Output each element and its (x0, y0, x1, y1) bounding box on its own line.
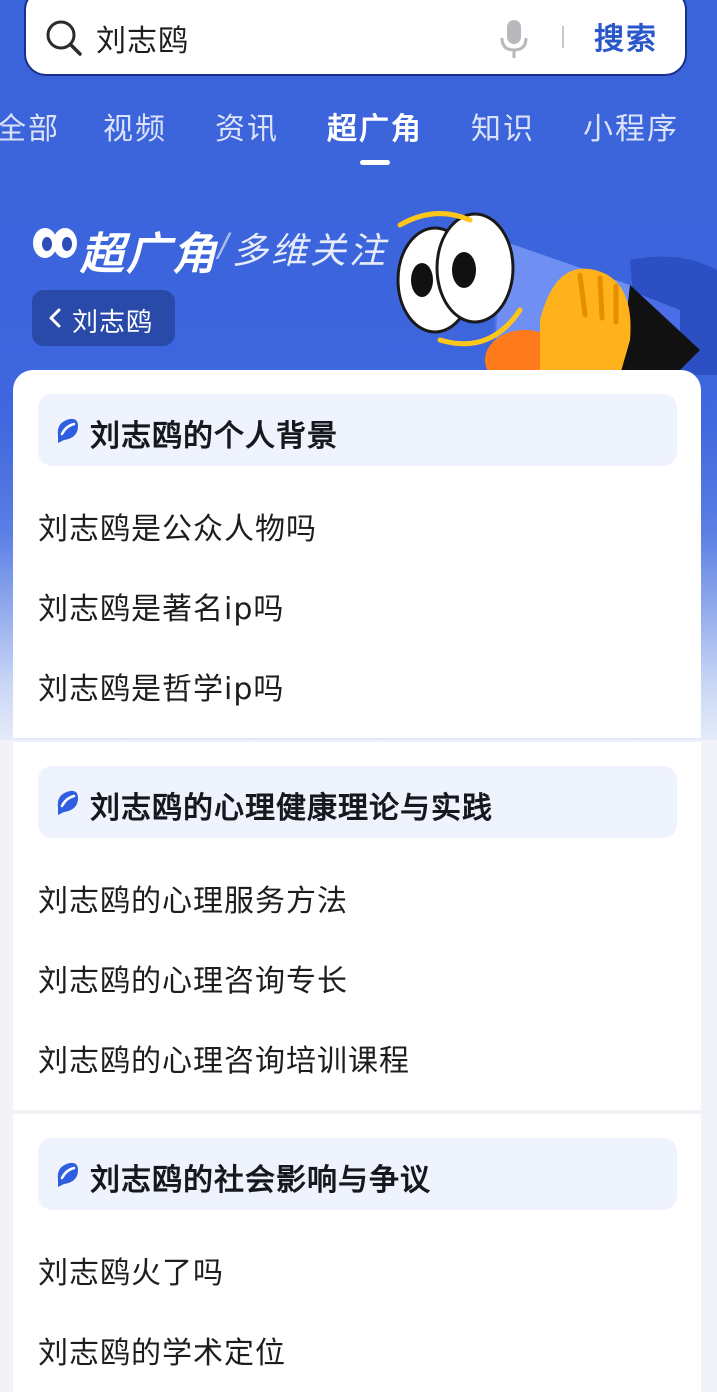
leaf-bubble-icon (57, 418, 78, 443)
section-header[interactable]: 刘志鸥的社会影响与争议 (38, 1138, 677, 1210)
section-header[interactable]: 刘志鸥的个人背景 (38, 394, 677, 466)
list-item[interactable]: 刘志鸥是公众人物吗 (38, 504, 317, 548)
search-button[interactable]: 搜索 (594, 14, 658, 58)
active-tab-indicator (360, 160, 390, 165)
list-item[interactable]: 刘志鸥火了吗 (38, 1248, 224, 1292)
eyes-logo-icon (33, 228, 77, 258)
megaphone-eyes-mascot (396, 211, 717, 375)
search-divider (562, 26, 564, 48)
list-item[interactable]: 刘志鸥的心理服务方法 (38, 876, 348, 920)
search-input[interactable]: 刘志鸥 (96, 16, 189, 60)
section-title: 刘志鸥的个人背景 (90, 419, 338, 454)
list-item[interactable]: 刘志鸥的心理咨询培训课程 (38, 1036, 410, 1080)
tab-mini-program[interactable]: 小程序 (583, 104, 679, 148)
banner-title: 超广角 (80, 229, 218, 280)
tab-bar: 全部 视频 资讯 超广角 知识 小程序 (0, 104, 717, 174)
list-item[interactable]: 刘志鸥的学术定位 (38, 1328, 286, 1372)
list-item[interactable]: 刘志鸥是哲学ip吗 (38, 664, 284, 708)
topic-card: 刘志鸥的个人背景 刘志鸥是公众人物吗 刘志鸥是著名ip吗 刘志鸥是哲学ip吗 (13, 370, 701, 738)
chevron-left-icon (49, 308, 61, 328)
topic-card: 刘志鸥的心理健康理论与实践 刘志鸥的心理服务方法 刘志鸥的心理咨询专长 刘志鸥的… (13, 742, 701, 1110)
list-item[interactable]: 刘志鸥的心理咨询专长 (38, 956, 348, 1000)
tab-news[interactable]: 资讯 (215, 104, 279, 148)
banner-subtitle: 多维关注 (232, 231, 389, 272)
section-title: 刘志鸥的心理健康理论与实践 (90, 791, 493, 826)
section-title: 刘志鸥的社会影响与争议 (90, 1163, 431, 1198)
search-bar[interactable]: 刘志鸥 搜索 (24, 0, 687, 76)
leaf-bubble-icon (57, 790, 78, 815)
back-button[interactable]: 刘志鸥 (32, 290, 175, 346)
search-icon[interactable] (44, 18, 84, 58)
tab-all[interactable]: 全部 (0, 104, 60, 148)
banner-separator: / (218, 226, 229, 264)
list-item[interactable]: 刘志鸥是著名ip吗 (38, 584, 284, 628)
section-header[interactable]: 刘志鸥的心理健康理论与实践 (38, 766, 677, 838)
back-button-label: 刘志鸥 (72, 308, 154, 338)
topic-card: 刘志鸥的社会影响与争议 刘志鸥火了吗 刘志鸥的学术定位 (13, 1114, 701, 1392)
tab-super-wide[interactable]: 超广角 (327, 104, 423, 148)
tab-video[interactable]: 视频 (103, 104, 167, 148)
tab-knowledge[interactable]: 知识 (471, 104, 535, 148)
leaf-bubble-icon (57, 1162, 78, 1187)
microphone-icon[interactable] (498, 18, 530, 60)
